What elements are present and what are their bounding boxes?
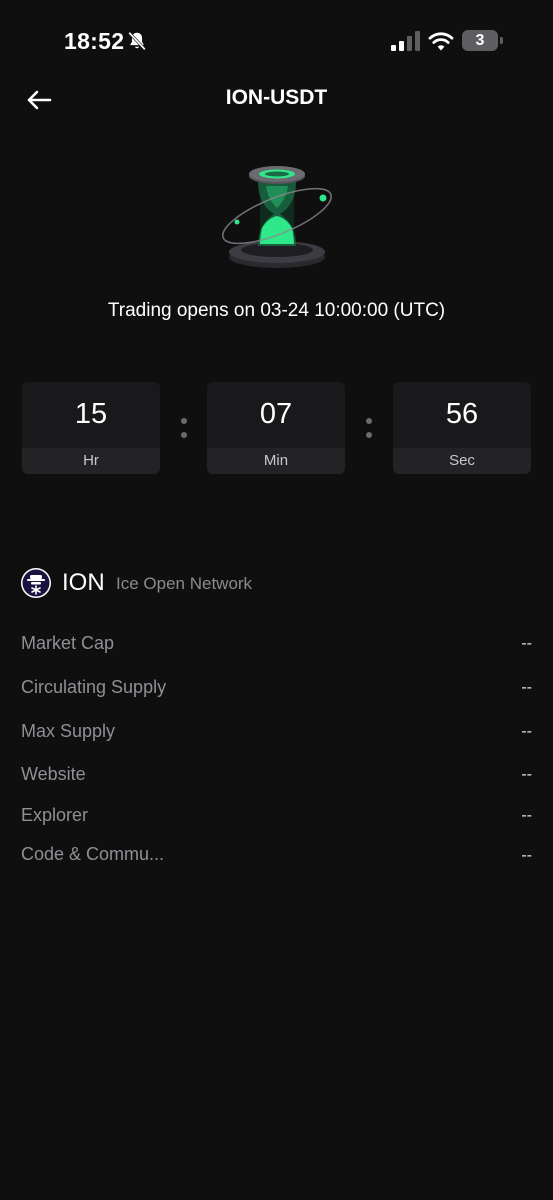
battery-cap bbox=[500, 37, 503, 44]
countdown-hours-value: 15 bbox=[74, 398, 108, 430]
coin-symbol: ION bbox=[62, 569, 105, 596]
hourglass-icon bbox=[222, 166, 332, 268]
info-label-market-cap: Market Cap bbox=[21, 633, 115, 653]
countdown-hours: 15 Hr bbox=[22, 382, 160, 474]
info-value-circulating-supply: -- bbox=[521, 679, 532, 696]
status-time: 18:52 bbox=[64, 28, 125, 54]
info-label-explorer[interactable]: Explorer bbox=[21, 805, 88, 826]
info-label-circulating-supply: Circulating Supply bbox=[21, 677, 167, 697]
bell-slash-icon bbox=[128, 31, 146, 51]
cellular-signal-icon bbox=[391, 31, 420, 51]
battery-level: 3 bbox=[475, 31, 485, 49]
info-value-website[interactable]: -- bbox=[521, 766, 532, 784]
wifi-icon bbox=[428, 32, 454, 51]
battery-icon: 3 bbox=[462, 30, 498, 51]
page-title: ION-USDT bbox=[225, 86, 328, 109]
coin-name: Ice Open Network bbox=[116, 574, 253, 593]
info-label-website[interactable]: Website bbox=[21, 764, 86, 785]
status-bar: 18:52 3 bbox=[0, 0, 553, 84]
info-value-max-supply: -- bbox=[521, 723, 532, 740]
countdown-seconds-unit: Sec bbox=[393, 448, 531, 474]
countdown-hours-unit: Hr bbox=[22, 448, 160, 474]
info-label-code-community[interactable]: Code & Commu... bbox=[21, 844, 164, 865]
countdown-separator bbox=[366, 418, 372, 440]
info-value-market-cap: -- bbox=[521, 635, 532, 652]
countdown-minutes-value: 07 bbox=[259, 398, 293, 430]
info-label-max-supply: Max Supply bbox=[21, 721, 116, 741]
countdown-minutes-unit: Min bbox=[207, 448, 345, 474]
countdown-minutes: 07 Min bbox=[207, 382, 345, 474]
countdown-seconds: 56 Sec bbox=[393, 382, 531, 474]
info-value-code-community[interactable]: -- bbox=[521, 847, 532, 865]
trading-opens-text: Trading opens on 03-24 10:00:00 (UTC) bbox=[107, 300, 446, 321]
ice-network-logo-icon bbox=[21, 568, 51, 598]
countdown-seconds-value: 56 bbox=[445, 398, 479, 430]
countdown-separator bbox=[181, 418, 187, 440]
info-value-explorer[interactable]: -- bbox=[521, 807, 532, 825]
